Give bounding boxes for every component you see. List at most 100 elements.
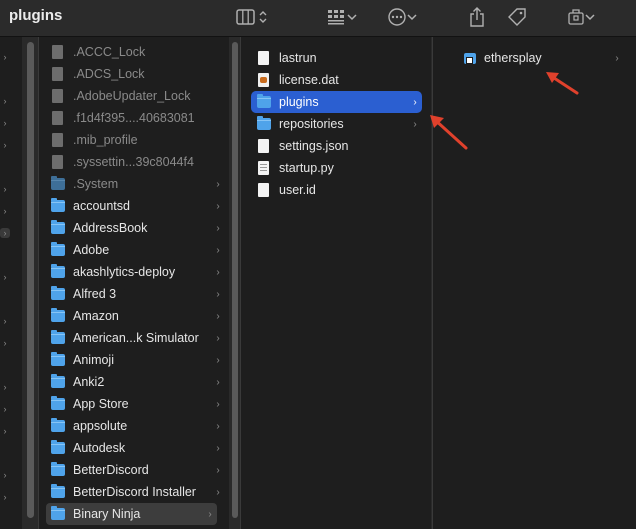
list-item[interactable]: ethersplay › <box>464 47 624 69</box>
grid-group-icon <box>327 9 347 25</box>
folder-icon <box>51 220 65 234</box>
list-item[interactable]: .AdobeUpdater_Lock <box>51 85 225 107</box>
folder-icon <box>51 352 65 366</box>
document-icon <box>52 67 63 81</box>
chevron-right-icon: › <box>216 354 220 366</box>
folder-icon <box>51 198 65 212</box>
list-item[interactable]: AddressBook › <box>51 217 225 239</box>
chevron-right-icon: › <box>208 508 212 520</box>
chevron-right-icon: › <box>615 52 619 64</box>
chevron-right-icon: › <box>216 420 220 432</box>
chevron-right-icon: › <box>413 96 417 108</box>
list-item[interactable]: American...k Simulator › <box>51 327 225 349</box>
folder-icon <box>51 462 65 476</box>
column-2: lastrun license.dat plugins › repositori… <box>241 37 431 529</box>
window-title: plugins <box>9 7 63 24</box>
list-item[interactable]: lastrun <box>257 47 422 69</box>
chevron-right-icon: › <box>216 376 220 388</box>
tag-icon <box>507 7 527 27</box>
annotation-arrow-icon <box>430 115 468 150</box>
folder-icon <box>51 264 65 278</box>
list-item[interactable]: Alfred 3 › <box>51 283 225 305</box>
list-item[interactable]: Anki2 › <box>51 371 225 393</box>
list-item[interactable]: .ACCC_Lock <box>51 41 225 63</box>
view-switcher-button[interactable] <box>230 5 274 29</box>
license-file-icon <box>258 73 269 87</box>
chevron-right-icon: › <box>3 272 7 282</box>
chevron-right-icon: › <box>3 338 7 348</box>
column-0-scroll-thumb[interactable] <box>27 42 34 518</box>
list-item[interactable]: BetterDiscord Installer › <box>51 481 225 503</box>
chevron-right-icon: › <box>413 118 417 130</box>
folder-icon <box>257 116 271 130</box>
list-item[interactable]: Autodesk › <box>51 437 225 459</box>
list-item[interactable]: repositories › <box>257 113 422 135</box>
list-item[interactable]: Adobe › <box>51 239 225 261</box>
chevron-right-icon: › <box>216 332 220 344</box>
chevron-right-icon: › <box>216 200 220 212</box>
folder-icon <box>51 176 65 190</box>
chevron-right-icon: › <box>3 470 7 480</box>
chevron-right-icon: › <box>216 288 220 300</box>
list-item[interactable]: startup.py <box>257 157 422 179</box>
list-item-selected[interactable]: plugins › <box>251 91 422 113</box>
folder-icon <box>257 94 271 108</box>
chevron-right-icon: › <box>3 96 7 106</box>
document-icon <box>52 111 63 125</box>
list-item[interactable]: appsolute › <box>51 415 225 437</box>
folder-icon <box>51 374 65 388</box>
list-item[interactable]: user.id <box>257 179 422 201</box>
ellipsis-circle-icon <box>387 7 407 27</box>
list-item[interactable]: .System › <box>51 173 225 195</box>
list-item[interactable]: Animoji › <box>51 349 225 371</box>
chevron-right-icon: › <box>216 464 220 476</box>
column-0-partial: › › › › › › › › › › › › › › › <box>0 37 22 529</box>
list-item[interactable]: .f1d4f395....40683081 <box>51 107 225 129</box>
finder-toolbar: plugins <box>0 0 636 36</box>
list-item[interactable]: accountsd › <box>51 195 225 217</box>
list-item[interactable]: .syssettin...39c8044f4 <box>51 151 225 173</box>
chevron-right-icon: › <box>216 486 220 498</box>
share-icon <box>469 7 485 27</box>
list-item[interactable]: .ADCS_Lock <box>51 63 225 85</box>
document-icon <box>258 51 269 65</box>
folder-icon <box>51 418 65 432</box>
alias-folder-icon <box>464 52 476 64</box>
chevron-right-icon: › <box>3 382 7 392</box>
list-item[interactable]: license.dat <box>257 69 422 91</box>
chevron-right-icon: › <box>216 222 220 234</box>
column-1-scroll-thumb[interactable] <box>232 42 238 518</box>
list-item[interactable]: Amazon › <box>51 305 225 327</box>
python-file-icon <box>258 161 269 175</box>
group-button[interactable] <box>322 5 362 29</box>
folder-icon <box>51 396 65 410</box>
list-item-active-parent[interactable]: Binary Ninja › <box>46 503 217 525</box>
chevron-down-icon <box>585 13 595 21</box>
chevron-right-icon: › <box>216 398 220 410</box>
list-item[interactable]: App Store › <box>51 393 225 415</box>
list-item[interactable]: .mib_profile <box>51 129 225 151</box>
chevron-right-icon: › <box>3 52 7 62</box>
share-button[interactable] <box>466 5 488 29</box>
document-icon <box>52 89 63 103</box>
folder-icon <box>51 484 65 498</box>
annotation-arrow-icon <box>546 72 579 95</box>
list-item[interactable]: akashlytics-deploy › <box>51 261 225 283</box>
extension-button[interactable] <box>562 5 600 29</box>
folder-icon <box>51 286 65 300</box>
chevron-right-icon: › <box>3 118 7 128</box>
action-button[interactable] <box>382 5 422 29</box>
tag-button[interactable] <box>505 5 529 29</box>
list-item[interactable]: BetterDiscord › <box>51 459 225 481</box>
chevron-right-icon: › <box>216 178 220 190</box>
columns-view-icon <box>236 9 258 25</box>
folder-icon <box>51 330 65 344</box>
chevron-right-icon: › <box>0 228 10 238</box>
folder-icon <box>51 242 65 256</box>
chevron-right-icon: › <box>3 426 7 436</box>
list-item[interactable]: settings.json <box>257 135 422 157</box>
document-icon <box>52 133 63 147</box>
chevron-right-icon: › <box>3 140 7 150</box>
chevron-right-icon: › <box>216 244 220 256</box>
column-1: .ACCC_Lock .ADCS_Lock .AdobeUpdater_Lock… <box>39 37 229 529</box>
